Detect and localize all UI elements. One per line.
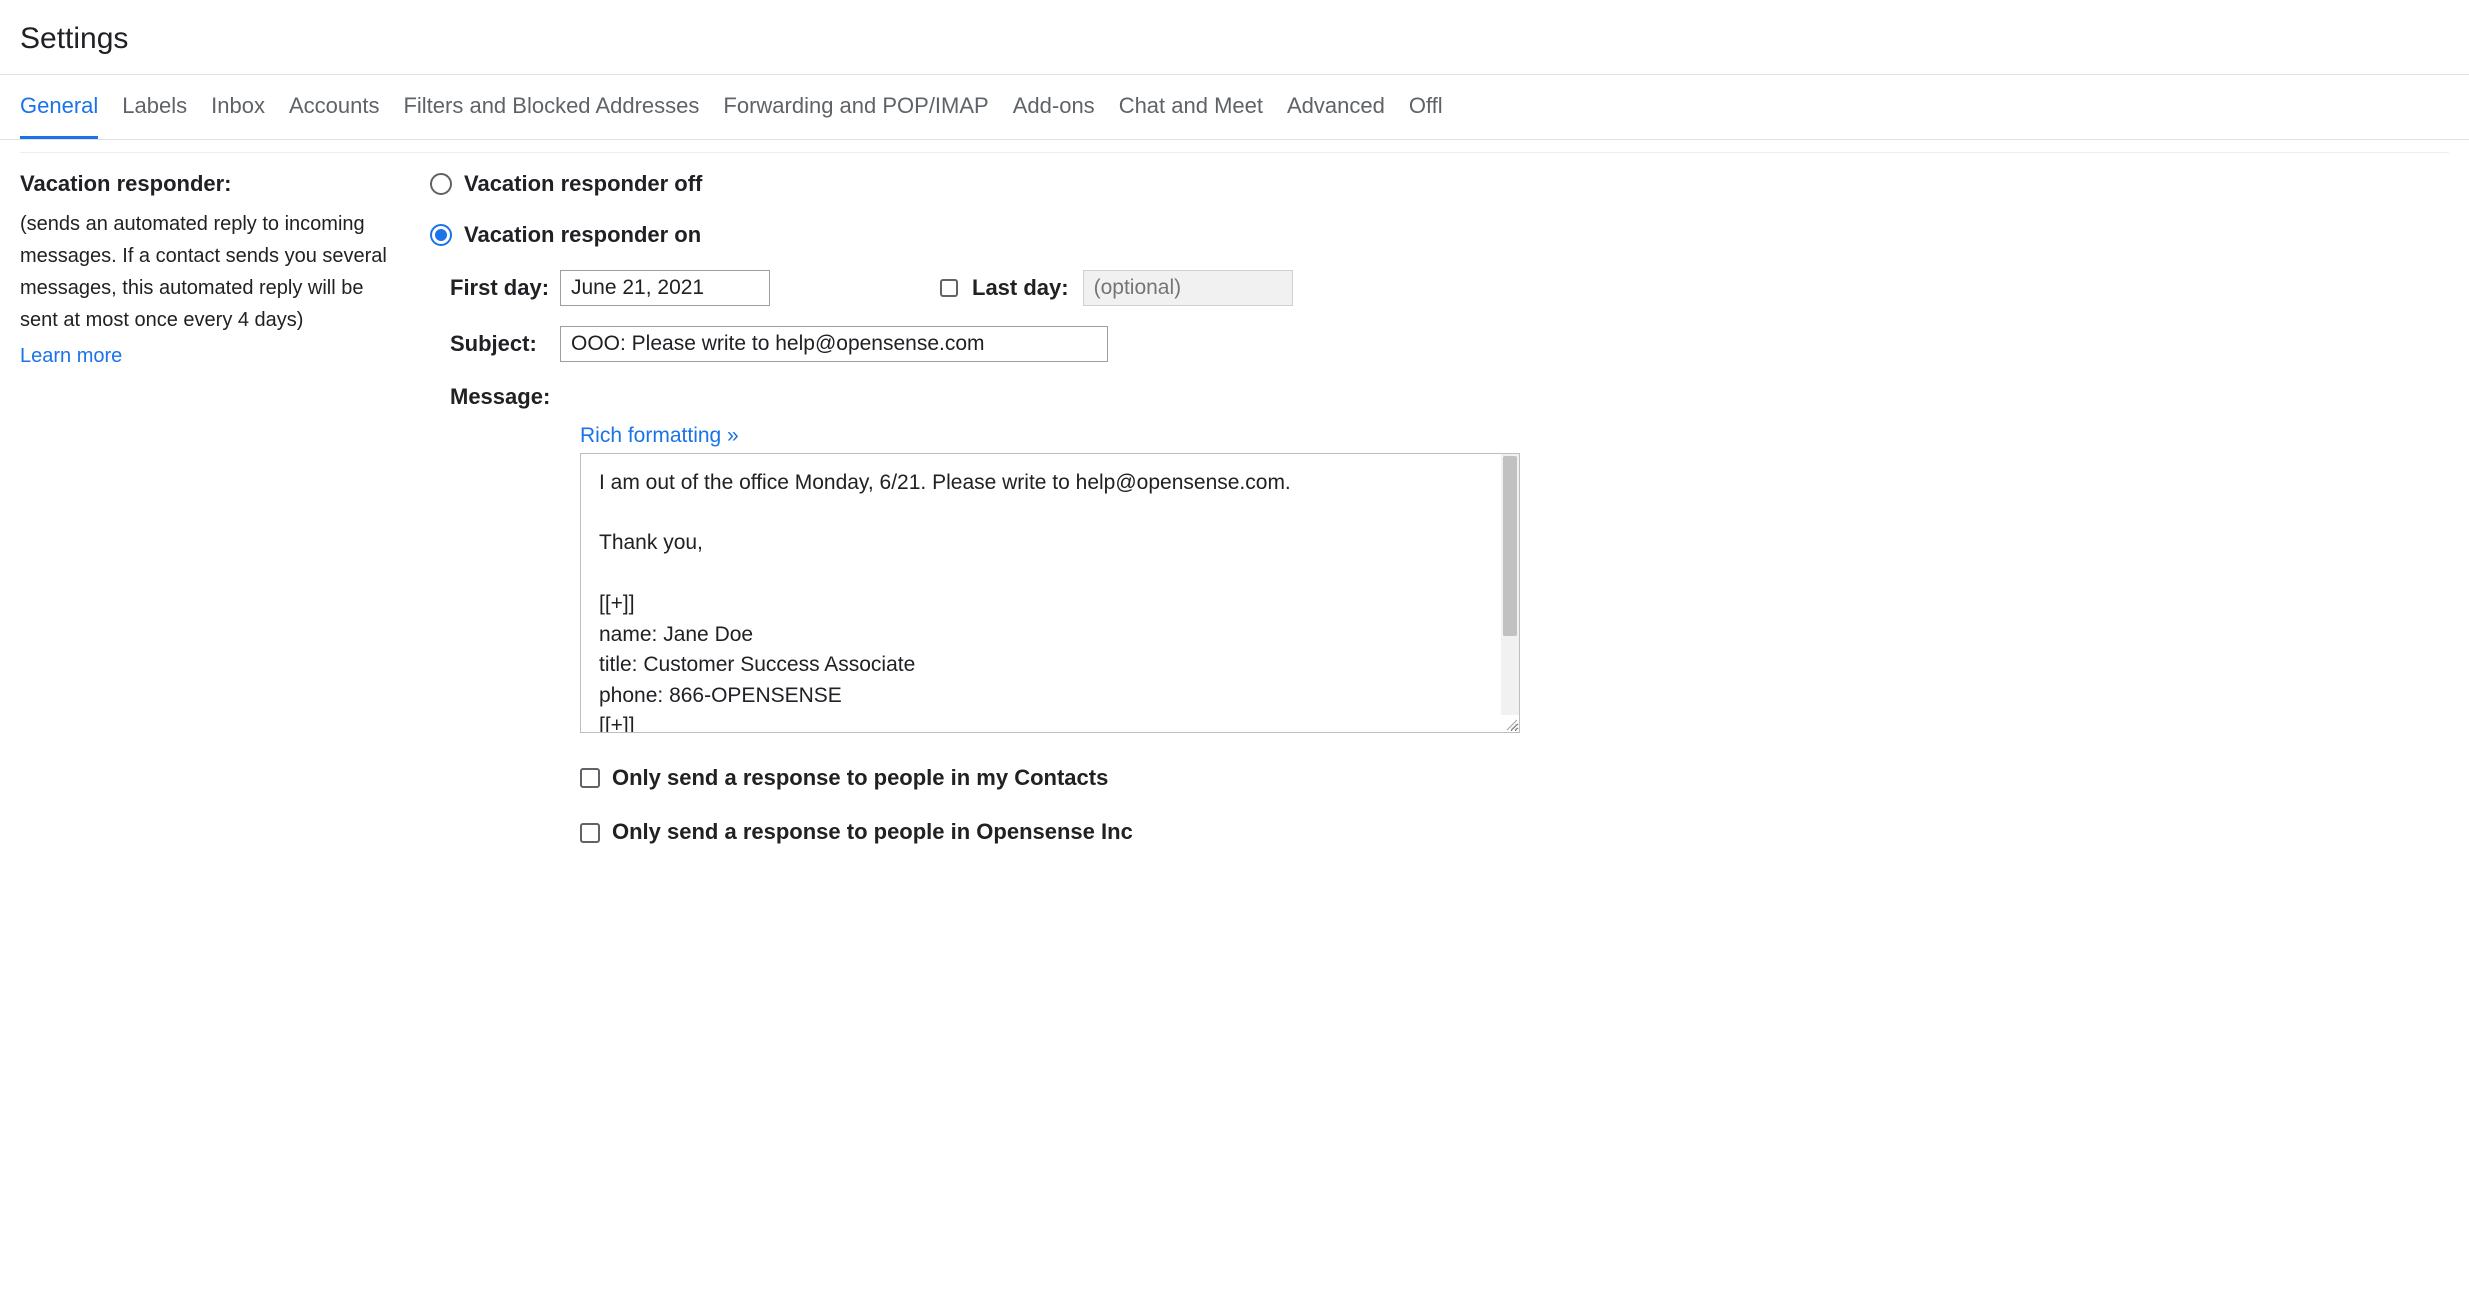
responder-form: First day: Last day: Subject: Message: R…: [450, 270, 2449, 848]
subject-row: Subject:: [450, 326, 2449, 362]
tab-labels[interactable]: Labels: [122, 91, 187, 139]
section-desc: (sends an automated reply to incoming me…: [20, 208, 404, 336]
last-day-wrap: Last day:: [940, 270, 1293, 306]
content: Vacation responder: (sends an automated …: [0, 153, 2469, 888]
tab-general[interactable]: General: [20, 91, 98, 140]
only-contacts-checkbox[interactable]: [580, 768, 600, 788]
section-info: Vacation responder: (sends an automated …: [20, 169, 420, 848]
rich-formatting-link[interactable]: Rich formatting »: [580, 421, 739, 450]
last-day-label: Last day:: [972, 273, 1069, 304]
responder-on-row: Vacation responder on: [430, 220, 2449, 251]
section-title: Vacation responder:: [20, 169, 404, 200]
only-domain-checkbox[interactable]: [580, 823, 600, 843]
tab-inbox[interactable]: Inbox: [211, 91, 265, 139]
responder-off-label: Vacation responder off: [464, 169, 702, 200]
tab-advanced[interactable]: Advanced: [1287, 91, 1385, 139]
only-domain-label: Only send a response to people in Opense…: [612, 817, 1133, 848]
page-title: Settings: [0, 0, 2469, 74]
responder-off-row: Vacation responder off: [430, 169, 2449, 200]
resize-grip-icon[interactable]: [1504, 717, 1518, 731]
message-label-row: Message:: [450, 382, 2449, 417]
message-column: Rich formatting » I am out of the office…: [580, 421, 2449, 732]
tab-forwarding[interactable]: Forwarding and POP/IMAP: [723, 91, 988, 139]
subject-label: Subject:: [450, 329, 560, 360]
responder-on-label: Vacation responder on: [464, 220, 701, 251]
subject-input[interactable]: [560, 326, 1108, 362]
responder-on-radio[interactable]: [430, 224, 452, 246]
tab-chat[interactable]: Chat and Meet: [1119, 91, 1263, 139]
tab-filters[interactable]: Filters and Blocked Addresses: [403, 91, 699, 139]
message-textarea[interactable]: I am out of the office Monday, 6/21. Ple…: [580, 453, 1520, 733]
tab-accounts[interactable]: Accounts: [289, 91, 380, 139]
scrollbar-track[interactable]: [1501, 454, 1519, 715]
only-domain-row: Only send a response to people in Opense…: [580, 817, 2449, 848]
tab-addons[interactable]: Add-ons: [1013, 91, 1095, 139]
first-day-label: First day:: [450, 273, 560, 304]
first-day-row: First day: Last day:: [450, 270, 2449, 306]
last-day-checkbox[interactable]: [940, 279, 958, 297]
first-day-input[interactable]: [560, 270, 770, 306]
settings-tabs: General Labels Inbox Accounts Filters an…: [0, 75, 2469, 140]
last-day-input[interactable]: [1083, 270, 1293, 306]
only-contacts-row: Only send a response to people in my Con…: [580, 763, 2449, 794]
message-label: Message:: [450, 382, 550, 413]
responder-off-radio[interactable]: [430, 173, 452, 195]
section-body: Vacation responder off Vacation responde…: [430, 169, 2449, 848]
message-area-wrap: I am out of the office Monday, 6/21. Ple…: [580, 453, 1520, 733]
scrollbar-thumb[interactable]: [1503, 456, 1517, 636]
learn-more-link[interactable]: Learn more: [20, 342, 122, 370]
only-contacts-label: Only send a response to people in my Con…: [612, 763, 1108, 794]
tab-offline[interactable]: Offl: [1409, 91, 1443, 139]
